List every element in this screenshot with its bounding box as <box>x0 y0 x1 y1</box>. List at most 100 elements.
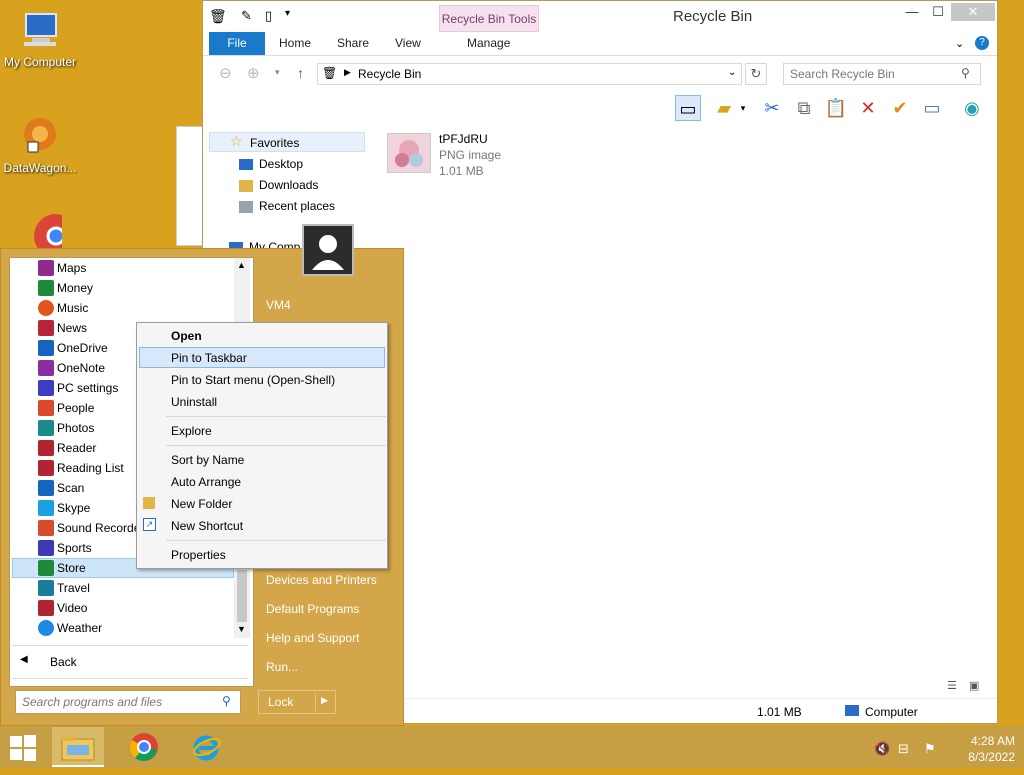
program-item-reading-list[interactable]: Reading List <box>38 458 124 478</box>
program-item-photos[interactable]: Photos <box>38 418 94 438</box>
maximize-button[interactable]: ☐ <box>923 3 953 21</box>
program-item-music[interactable]: Music <box>38 298 88 318</box>
tab-manage[interactable]: Manage <box>467 32 510 55</box>
chevron-down-icon[interactable]: ▾ <box>285 8 290 19</box>
menu-item-new-folder[interactable]: New Folder <box>171 494 232 514</box>
back-button[interactable]: ◀ Back <box>12 652 248 672</box>
program-item-sound-recorder[interactable]: Sound Recorder <box>38 518 144 538</box>
program-label: PC settings <box>57 381 119 395</box>
start-search-input[interactable]: Search programs and files <box>15 690 241 714</box>
tab-view[interactable]: View <box>395 32 421 55</box>
desktop-icon-chrome[interactable] <box>0 214 80 258</box>
computer-icon <box>845 705 859 716</box>
scroll-up-icon[interactable]: ▲ <box>237 260 246 270</box>
new-folder-icon[interactable]: ▯ <box>265 8 272 24</box>
help-icon[interactable]: ? <box>975 36 989 50</box>
search-icon[interactable]: ⚲ <box>961 66 970 80</box>
network-icon[interactable]: ⊟ <box>898 741 909 757</box>
program-item-pc-settings[interactable]: PC settings <box>38 378 119 398</box>
menu-item-sort-by-name[interactable]: Sort by Name <box>171 450 244 470</box>
delete-icon[interactable]: ✕ <box>855 95 881 121</box>
scroll-down-icon[interactable]: ▼ <box>237 624 246 634</box>
link-help-and-support[interactable]: Help and Support <box>266 631 359 645</box>
address-bar[interactable]: 🗑 ▶ Recycle Bin ⌄ <box>317 63 742 85</box>
link-run[interactable]: Run... <box>266 660 298 674</box>
close-button[interactable]: ✕ <box>951 3 995 21</box>
scrollbar-thumb[interactable] <box>237 570 247 622</box>
desktop-icon-datawagon[interactable]: DataWagon... <box>0 112 80 175</box>
program-item-weather[interactable]: Weather <box>38 618 102 638</box>
taskbar-internet-explorer[interactable] <box>180 727 232 767</box>
search-input[interactable]: Search Recycle Bin <box>783 63 981 85</box>
link-devices-and-printers[interactable]: Devices and Printers <box>266 573 377 587</box>
expand-ribbon-icon[interactable]: ⌄ <box>955 37 964 50</box>
program-item-skype[interactable]: Skype <box>38 498 90 518</box>
shell-icon[interactable]: ◉ <box>959 95 985 121</box>
program-item-travel[interactable]: Travel <box>38 578 90 598</box>
program-item-people[interactable]: People <box>38 398 94 418</box>
lock-button[interactable]: Lock ▶ <box>258 690 336 714</box>
file-item[interactable]: tPFJdRU PNG image 1.01 MB <box>387 131 537 181</box>
menu-item-pin-to-taskbar[interactable]: Pin to Taskbar <box>171 348 247 368</box>
menu-item-pin-to-start-menu[interactable]: Pin to Start menu (Open-Shell) <box>171 370 335 390</box>
nav-item-recent-places[interactable]: Recent places <box>239 199 335 213</box>
folder-check-icon[interactable]: ▰ <box>711 95 737 121</box>
recent-chevron-icon[interactable]: ▾ <box>275 67 280 78</box>
menu-item-new-shortcut[interactable]: New Shortcut <box>171 516 243 536</box>
rename-icon[interactable]: ▭ <box>919 95 945 121</box>
program-item-reader[interactable]: Reader <box>38 438 96 458</box>
program-item-news[interactable]: News <box>38 318 87 338</box>
preview-pane-icon[interactable]: ▭ <box>675 95 701 121</box>
breadcrumb[interactable]: Recycle Bin <box>358 67 421 81</box>
user-avatar[interactable] <box>302 224 354 276</box>
taskbar-chrome[interactable] <box>118 727 170 767</box>
menu-item-properties[interactable]: Properties <box>171 545 226 565</box>
tab-recycle-bin-tools[interactable]: Recycle Bin Tools <box>439 5 539 32</box>
desktop-icon-my-computer[interactable]: My Computer <box>0 10 80 69</box>
menu-item-explore[interactable]: Explore <box>171 421 212 441</box>
link-default-programs[interactable]: Default Programs <box>266 602 359 616</box>
volume-muted-icon[interactable]: 🔇 <box>874 741 890 757</box>
paste-icon[interactable]: 📋 <box>823 95 849 121</box>
microphone-icon <box>38 520 54 536</box>
back-arrow-icon[interactable]: ⊖ <box>219 64 232 82</box>
nav-favorites-row[interactable]: ☆ Favorites <box>209 132 365 152</box>
people-icon <box>38 400 54 416</box>
up-arrow-icon[interactable]: ↑ <box>297 65 304 81</box>
menu-item-open[interactable]: Open <box>171 326 202 346</box>
program-item-money[interactable]: Money <box>38 278 93 298</box>
cut-icon[interactable]: ✂ <box>759 95 785 121</box>
menu-item-auto-arrange[interactable]: Auto Arrange <box>171 472 241 492</box>
refresh-button[interactable]: ↻ <box>745 63 767 85</box>
toolbar-chevron-icon[interactable]: ▾ <box>737 95 749 121</box>
copy-icon[interactable]: ⧉ <box>791 95 817 121</box>
start-button[interactable] <box>8 733 38 763</box>
address-dropdown-icon[interactable]: ⌄ <box>728 67 736 78</box>
program-item-onenote[interactable]: OneNote <box>38 358 105 378</box>
menu-item-uninstall[interactable]: Uninstall <box>171 392 217 412</box>
details-view-icon[interactable]: ☰ <box>947 679 957 692</box>
program-item-store[interactable]: Store <box>38 558 86 578</box>
downloads-icon <box>239 179 253 192</box>
program-item-maps[interactable]: Maps <box>38 258 86 278</box>
forward-arrow-icon[interactable]: ⊕ <box>247 64 260 82</box>
program-item-scan[interactable]: Scan <box>38 478 84 498</box>
tab-file[interactable]: File <box>209 32 265 55</box>
large-icons-view-icon[interactable]: ▣ <box>969 679 979 692</box>
tab-home[interactable]: Home <box>279 32 311 55</box>
taskbar-explorer[interactable] <box>52 727 104 767</box>
internet-explorer-icon <box>193 735 221 761</box>
program-item-video[interactable]: Video <box>38 598 87 618</box>
chevron-right-icon[interactable]: ▶ <box>321 695 328 706</box>
program-item-sports[interactable]: Sports <box>38 538 92 558</box>
program-item-onedrive[interactable]: OneDrive <box>38 338 108 358</box>
properties-icon[interactable]: ✎ <box>241 8 252 24</box>
tab-share[interactable]: Share <box>337 32 369 55</box>
search-icon[interactable]: ⚲ <box>222 694 231 708</box>
nav-item-desktop[interactable]: Desktop <box>239 157 303 171</box>
nav-item-downloads[interactable]: Downloads <box>239 178 318 192</box>
restore-icon[interactable]: ✔ <box>887 95 913 121</box>
user-name-link[interactable]: VM4 <box>266 298 291 312</box>
taskbar-clock[interactable]: 4:28 AM 8/3/2022 <box>955 733 1015 765</box>
action-center-icon[interactable]: ⚑ <box>924 741 936 757</box>
